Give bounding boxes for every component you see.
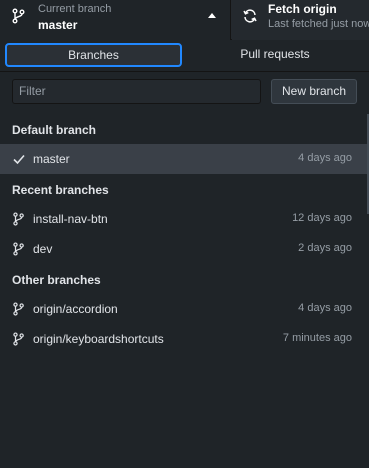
branch-name: origin/accordion: [33, 302, 118, 316]
list-item[interactable]: install-nav-btn 12 days ago: [0, 204, 367, 234]
tab-branches[interactable]: Branches: [5, 43, 182, 67]
tab-pull-requests[interactable]: Pull requests: [186, 43, 364, 67]
fetch-origin-button[interactable]: Fetch origin Last fetched just now: [232, 0, 369, 40]
section-header-other: Other branches: [12, 273, 101, 287]
branch-time: 7 minutes ago: [282, 332, 352, 344]
git-branch-icon: [12, 242, 26, 261]
branch-time: 4 days ago: [298, 302, 352, 314]
branch-time: 12 days ago: [292, 212, 352, 224]
new-branch-button[interactable]: New branch: [271, 79, 357, 104]
branch-name: origin/keyboardshortcuts: [33, 332, 164, 346]
branch-name: dev: [33, 242, 53, 256]
check-icon: [12, 152, 26, 171]
branch-time: 2 days ago: [298, 242, 352, 254]
caret-up-icon: [208, 13, 216, 18]
list-item[interactable]: master 4 days ago: [0, 144, 367, 174]
git-branch-icon: [11, 8, 27, 29]
branch-name: install-nav-btn: [33, 212, 108, 226]
git-branch-icon: [12, 212, 26, 231]
tab-bar: Branches Pull requests: [0, 40, 369, 72]
git-branch-icon: [12, 302, 26, 321]
filter-row: Filter New branch: [0, 72, 369, 114]
branch-name: master: [33, 152, 70, 166]
branch-time: 4 days ago: [298, 152, 352, 164]
filter-input[interactable]: Filter: [12, 79, 261, 104]
section-header-default: Default branch: [12, 123, 97, 137]
list-item[interactable]: dev 2 days ago: [0, 234, 367, 264]
list-item[interactable]: origin/accordion 4 days ago: [0, 294, 367, 324]
section-header-recent: Recent branches: [12, 183, 109, 197]
current-branch-name: master: [38, 18, 78, 32]
toolbar: Current branch master Fetch origin Last …: [0, 0, 369, 40]
current-branch-button[interactable]: Current branch master: [0, 0, 231, 40]
branches-panel: Branches Pull requests Filter New branch…: [0, 40, 369, 468]
fetch-origin-title: Fetch origin: [268, 2, 337, 16]
git-branch-icon: [12, 332, 26, 351]
sync-icon: [242, 8, 258, 29]
fetch-origin-subtitle: Last fetched just now: [268, 18, 369, 30]
current-branch-caption: Current branch: [38, 3, 112, 15]
list-item[interactable]: origin/keyboardshortcuts 7 minutes ago: [0, 324, 367, 354]
